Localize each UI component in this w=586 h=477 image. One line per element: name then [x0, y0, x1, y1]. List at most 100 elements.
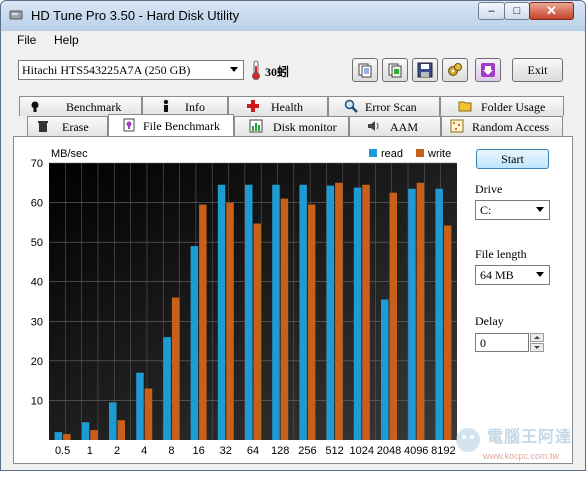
y-tick-label: 10 — [31, 395, 43, 407]
tab-label: Info — [185, 100, 205, 114]
x-tick-label: 64 — [247, 445, 259, 457]
copy-screenshot-icon — [388, 63, 402, 78]
x-tick-label: 1024 — [350, 445, 374, 457]
x-tick-label: 4096 — [404, 445, 428, 457]
read-bar — [272, 184, 280, 440]
random-access-icon — [450, 119, 464, 133]
watermark-logo-icon — [456, 428, 480, 452]
chevron-down-icon — [533, 204, 547, 216]
write-bar — [389, 192, 397, 440]
download-icon — [481, 63, 495, 77]
file-length-label: File length — [475, 247, 527, 261]
y-tick-label: 30 — [31, 316, 43, 328]
x-tick-label: 256 — [298, 445, 316, 457]
write-bar — [199, 204, 207, 440]
tab-erase[interactable]: Erase — [27, 116, 108, 136]
file-length-select[interactable]: 64 MB — [475, 265, 550, 285]
write-bar — [253, 223, 261, 440]
read-bar — [217, 184, 226, 440]
y-tick-label: 20 — [31, 356, 43, 368]
spin-down-button[interactable] — [530, 343, 544, 352]
menu-file[interactable]: File — [17, 33, 36, 47]
x-tick-label: 1 — [87, 445, 93, 457]
copy-text-button[interactable] — [352, 58, 378, 82]
exit-button[interactable]: Exit — [512, 58, 563, 82]
minimize-icon: – — [488, 5, 495, 17]
tab-label: Erase — [62, 120, 89, 134]
y-tick-label: 50 — [31, 237, 43, 249]
write-legend-swatch — [416, 149, 424, 157]
read-bar — [163, 337, 171, 440]
x-tick-label: 8 — [168, 445, 174, 457]
copy-screenshot-button[interactable] — [382, 58, 408, 82]
tab-label: AAM — [390, 120, 419, 134]
info-icon — [163, 99, 169, 112]
tab-label: Benchmark — [66, 100, 122, 114]
read-bar — [136, 372, 144, 440]
delay-input[interactable]: 0 — [475, 333, 529, 352]
benchmark-icon — [31, 101, 39, 112]
folder-icon — [458, 101, 472, 112]
close-icon: ✕ — [546, 3, 557, 18]
options-button[interactable] — [442, 58, 468, 82]
download-button[interactable] — [475, 58, 501, 82]
write-bar — [90, 430, 98, 440]
write-bar — [171, 297, 180, 440]
menu-help[interactable]: Help — [54, 33, 79, 47]
spin-up-button[interactable] — [530, 333, 544, 342]
tab-health[interactable]: Health — [228, 96, 328, 116]
window-title: HD Tune Pro 3.50 - Hard Disk Utility — [31, 8, 240, 23]
watermark-text: 電腦王阿達 — [487, 429, 573, 446]
x-tick-label: 4 — [141, 445, 147, 457]
x-tick-label: 16 — [192, 445, 204, 457]
tab-error-scan[interactable]: Error Scan — [328, 96, 440, 116]
maximize-button[interactable]: □ — [504, 2, 530, 20]
start-button[interactable]: Start — [476, 149, 549, 169]
write-bar — [226, 202, 234, 440]
tab-random-access[interactable]: Random Access — [441, 116, 563, 136]
drive-dropdown-value: Hitachi HTS543225A7A (250 GB) — [22, 63, 191, 77]
tab-benchmark[interactable]: Benchmark — [19, 96, 142, 116]
health-cross-icon — [247, 100, 259, 112]
save-button[interactable] — [412, 58, 438, 82]
maximize-icon: □ — [513, 5, 521, 17]
minimize-button[interactable]: – — [478, 2, 505, 20]
title-bar[interactable]: HD Tune Pro 3.50 - Hard Disk Utility – □… — [1, 1, 585, 31]
tab-disk-monitor[interactable]: Disk monitor — [234, 116, 349, 136]
write-bar — [117, 420, 125, 440]
read-bar — [109, 402, 117, 440]
menu-bar: File Help — [1, 31, 585, 51]
read-legend-swatch — [369, 149, 377, 157]
file-length-value: 64 MB — [480, 268, 514, 282]
read-bar — [381, 299, 389, 440]
x-tick-label: 32 — [220, 445, 232, 457]
tab-file-benchmark[interactable]: File Benchmark — [108, 114, 234, 136]
tab-label: Disk monitor — [273, 120, 337, 134]
tab-aam[interactable]: AAM — [349, 116, 441, 136]
write-bar — [63, 434, 71, 440]
watermark: 電腦王阿達 www.kocpc.com.tw — [453, 421, 581, 470]
delay-stepper[interactable]: 0 — [475, 333, 546, 352]
drive-dropdown[interactable]: Hitachi HTS543225A7A (250 GB) — [18, 60, 244, 80]
tab-folder-usage[interactable]: Folder Usage — [440, 96, 564, 116]
x-tick-label: 2048 — [377, 445, 401, 457]
magnifier-icon — [344, 99, 358, 113]
tab-label: Folder Usage — [481, 100, 546, 114]
y-axis-label: MB/sec — [51, 148, 88, 160]
speaker-icon — [368, 121, 379, 131]
watermark-url: www.kocpc.com.tw — [483, 451, 560, 461]
x-tick-label: 2 — [114, 445, 120, 457]
read-bar — [299, 184, 307, 440]
read-bar — [81, 422, 90, 440]
drive-select[interactable]: C: — [475, 200, 550, 220]
chevron-down-icon — [227, 64, 241, 76]
disk-monitor-icon — [249, 119, 263, 133]
tab-info[interactable]: Info — [142, 96, 228, 116]
app-icon — [9, 10, 23, 20]
read-bar — [435, 188, 443, 440]
x-tick-label: 512 — [325, 445, 343, 457]
read-bar — [190, 246, 199, 440]
write-bar — [416, 182, 425, 440]
read-legend-label: read — [381, 148, 403, 160]
close-button[interactable]: ✕ — [529, 2, 574, 20]
